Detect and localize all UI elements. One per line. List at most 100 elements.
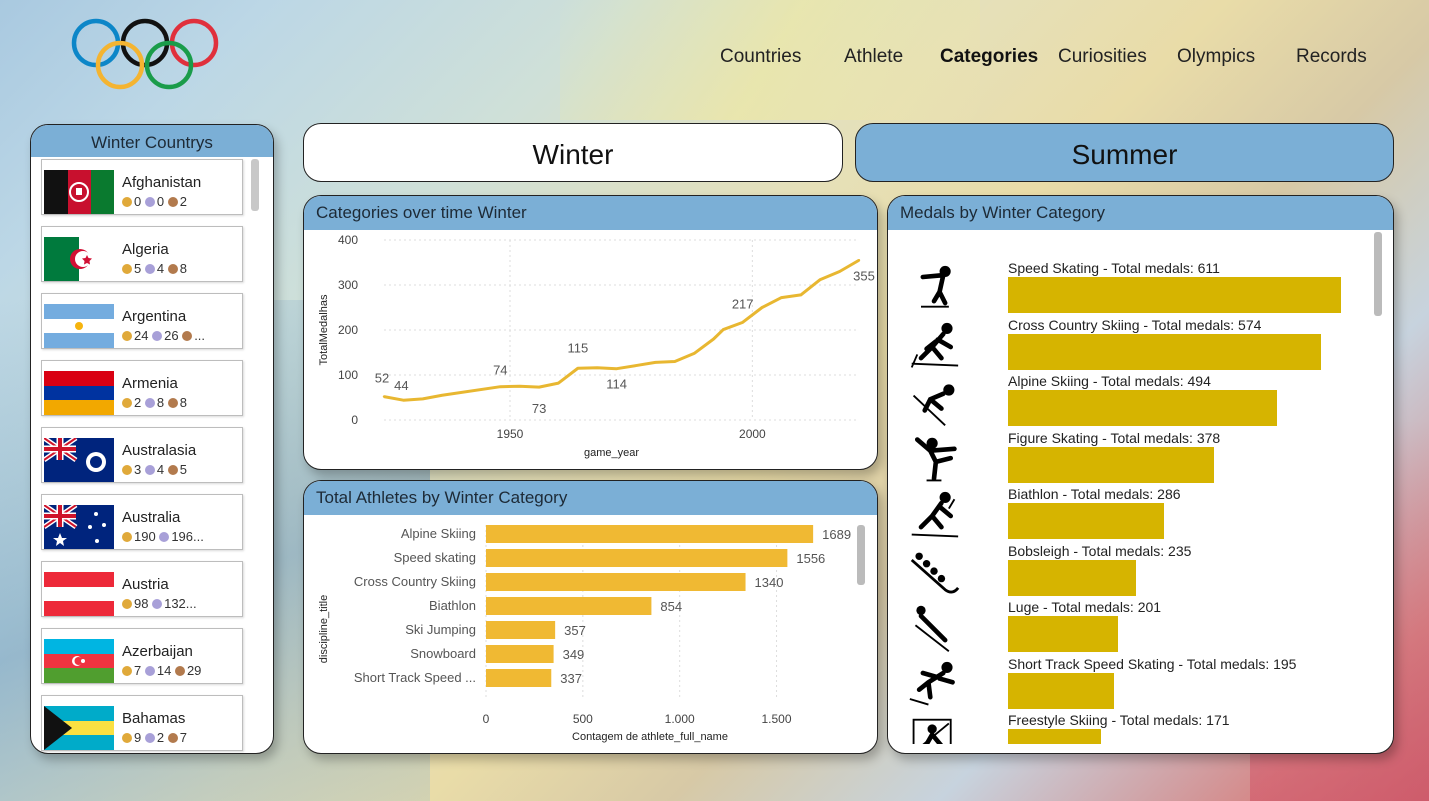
category-label: Cross Country Skiing xyxy=(354,574,476,589)
country-medals: 0 0 2 xyxy=(122,194,187,209)
bar-value-label: 1340 xyxy=(755,575,784,590)
country-flag xyxy=(44,505,114,549)
summer-toggle-button[interactable]: Summer xyxy=(855,123,1394,182)
medal-category-row[interactable]: Luge - Total medals: 201 xyxy=(888,599,1358,655)
country-card[interactable]: Algeria 5 4 8 xyxy=(41,226,243,282)
x-tick-label: 500 xyxy=(573,712,593,726)
country-medals: 7 14 29 xyxy=(122,663,201,678)
athletes-chart-panel: Total Athletes by Winter Category 0 500 1.… xyxy=(303,480,878,754)
medal-category-row[interactable]: Bobsleigh - Total medals: 235 xyxy=(888,543,1358,599)
gold-medal-icon xyxy=(122,398,132,408)
silver-count: 196... xyxy=(171,529,204,544)
country-card[interactable]: Bahamas 9 2 7 xyxy=(41,695,243,751)
x-axis-label: Contagem de athlete_full_name xyxy=(572,731,728,743)
bronze-count: 5 xyxy=(179,462,187,477)
country-card[interactable]: Australia 190 196... xyxy=(41,494,243,550)
bronze-count: ... xyxy=(194,328,206,343)
y-axis-label: TotalMedalhas xyxy=(318,294,330,365)
medal-category-label: Luge - Total medals: 201 xyxy=(1008,599,1162,615)
country-card[interactable]: Australasia 3 4 5 xyxy=(41,427,243,483)
medal-category-row[interactable]: Short Track Speed Skating - Total medals… xyxy=(888,656,1358,712)
silver-medal-icon xyxy=(144,197,155,207)
bar-value-label: 349 xyxy=(563,647,585,662)
data-label: 52 xyxy=(375,371,389,386)
bar xyxy=(486,549,788,567)
medal-category-row[interactable]: Alpine Skiing - Total medals: 494 xyxy=(888,373,1358,429)
data-point xyxy=(440,394,444,397)
category-label: Speed skating xyxy=(394,550,476,565)
gold-count: 0 xyxy=(134,194,142,209)
winter-toggle-button[interactable]: Winter xyxy=(303,123,843,182)
y-tick-label: 0 xyxy=(351,413,358,427)
bronze-medal-icon xyxy=(167,465,178,475)
nav-athlete[interactable]: Athlete xyxy=(844,46,903,72)
cross-country-skiing-icon xyxy=(910,322,959,368)
medal-category-row[interactable]: Freestyle Skiing - Total medals: 171 xyxy=(888,712,1358,744)
country-card[interactable]: Austria 98 132... xyxy=(41,561,243,617)
athletes-chart-title: Total Athletes by Winter Category xyxy=(304,481,877,515)
biathlon-icon xyxy=(911,491,959,538)
country-flag xyxy=(44,438,114,482)
nav-categories[interactable]: Categories xyxy=(940,46,1038,72)
country-card[interactable]: Azerbaijan 7 14 29 xyxy=(41,628,243,684)
athletes-chart-scrollbar[interactable] xyxy=(857,525,865,585)
y-tick-label: 400 xyxy=(338,233,358,247)
bronze-medal-icon xyxy=(167,197,178,207)
country-card[interactable]: Afghanistan 0 0 2 xyxy=(41,159,243,215)
gold-medal-icon xyxy=(122,264,132,274)
data-point xyxy=(596,366,599,369)
y-tick-label: 200 xyxy=(338,323,358,337)
medal-category-label: Short Track Speed Skating - Total medals… xyxy=(1008,655,1297,672)
medals-list: Speed Skating - Total medals: 611 Cross … xyxy=(888,260,1368,744)
country-card[interactable]: Armenia 2 8 8 xyxy=(41,360,243,416)
nav-records[interactable]: Records xyxy=(1296,46,1367,72)
bar xyxy=(486,669,552,687)
country-medals: 2 8 8 xyxy=(122,395,187,410)
data-point xyxy=(838,270,841,273)
data-label: 74 xyxy=(493,363,507,378)
data-point xyxy=(615,367,618,370)
data-point xyxy=(634,364,638,367)
silver-count: 26 xyxy=(164,328,179,343)
data-label: 355 xyxy=(853,268,875,283)
country-name: Azerbaijan xyxy=(122,643,193,660)
medal-category-row[interactable]: Cross Country Skiing - Total medals: 574 xyxy=(888,317,1358,373)
medal-category-row[interactable]: Biathlon - Total medals: 286 xyxy=(888,486,1358,542)
bar xyxy=(486,621,556,639)
gold-medal-icon xyxy=(122,599,132,609)
country-medals: 3 4 5 xyxy=(122,462,187,477)
nav-countries[interactable]: Countries xyxy=(720,46,801,72)
bronze-medal-icon xyxy=(167,398,178,408)
medal-category-row[interactable]: Speed Skating - Total medals: 611 xyxy=(888,260,1358,316)
country-flag xyxy=(44,170,114,214)
country-name: Australia xyxy=(122,509,181,526)
country-card[interactable]: Argentina 24 26 ... xyxy=(41,293,243,349)
country-name: Bahamas xyxy=(122,710,186,727)
data-point xyxy=(499,385,502,388)
medal-category-bar xyxy=(1008,446,1214,483)
bar xyxy=(486,645,554,663)
data-label: 73 xyxy=(532,401,546,416)
medal-category-label: Bobsleigh - Total medals: 235 xyxy=(1008,542,1192,559)
silver-count: 132... xyxy=(164,596,197,611)
silver-medal-icon xyxy=(152,331,163,341)
medals-chart-scrollbar[interactable] xyxy=(1374,232,1382,316)
gold-count: 2 xyxy=(134,395,142,410)
bronze-count: 8 xyxy=(179,395,187,410)
silver-medal-icon xyxy=(144,465,155,475)
data-point xyxy=(421,397,424,401)
x-tick-label: 1950 xyxy=(497,427,524,441)
nav-curiosities[interactable]: Curiosities xyxy=(1058,46,1147,72)
line-chart-title: Categories over time Winter xyxy=(304,196,877,230)
bronze-count: 7 xyxy=(179,730,187,745)
bronze-medal-icon xyxy=(167,264,178,274)
medal-category-row[interactable]: Figure Skating - Total medals: 378 xyxy=(888,430,1358,486)
gold-medal-icon xyxy=(122,197,132,207)
category-label: Short Track Speed ... xyxy=(354,670,476,685)
bar-value-label: 337 xyxy=(560,671,582,686)
countries-panel: Winter Countrys Afghanistan 0 0 2 Algeri… xyxy=(30,124,274,754)
country-flag xyxy=(44,371,114,415)
bar xyxy=(486,573,746,591)
bar-value-label: 357 xyxy=(564,623,586,638)
nav-olympics[interactable]: Olympics xyxy=(1177,46,1255,72)
